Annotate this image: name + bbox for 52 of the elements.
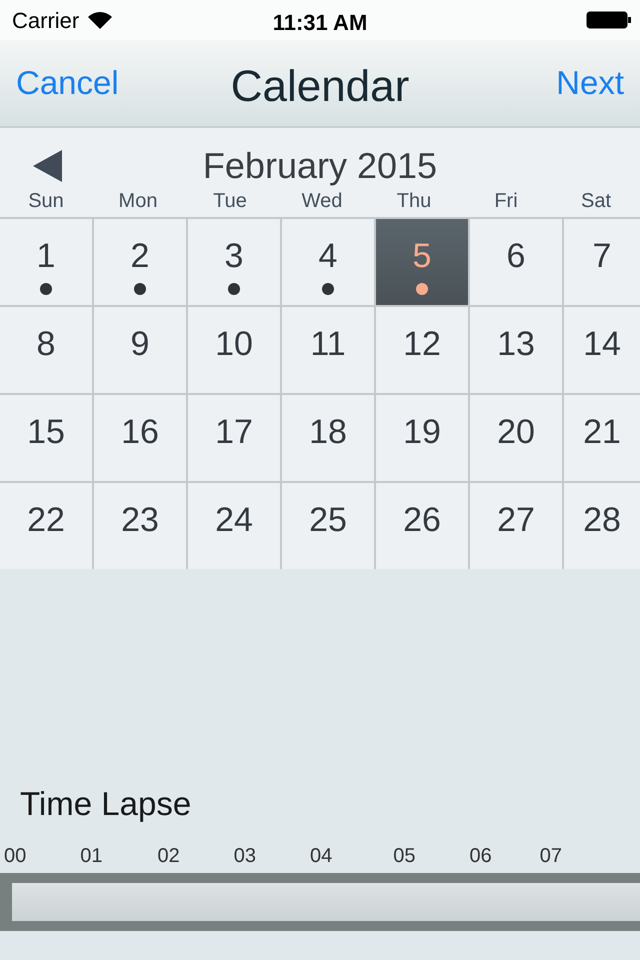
weekday-label: Mon: [118, 189, 158, 214]
day-cell[interactable]: 19: [376, 395, 468, 481]
day-cell[interactable]: 23: [94, 483, 186, 569]
day-cell[interactable]: 21: [564, 395, 640, 481]
weekday-label: Wed: [300, 189, 344, 214]
weekday-label: Tue: [212, 189, 248, 214]
hour-label: 04: [310, 844, 332, 866]
day-cell[interactable]: 27: [470, 483, 562, 569]
day-cell[interactable]: 11: [282, 307, 374, 393]
hour-label: 00: [4, 844, 26, 866]
day-cell[interactable]: 18: [282, 395, 374, 481]
hour-label: 02: [158, 844, 180, 866]
day-cell[interactable]: 10: [188, 307, 280, 393]
hour-label: 05: [393, 844, 416, 866]
day-cell[interactable]: 14: [564, 307, 640, 393]
day-cell[interactable]: 9: [94, 307, 186, 393]
day-cell[interactable]: 7: [564, 219, 640, 305]
day-cell[interactable]: 1: [0, 219, 92, 305]
day-cell[interactable]: 3: [188, 219, 280, 305]
timeline-track[interactable]: [0, 872, 640, 930]
day-cell[interactable]: 8: [0, 307, 92, 393]
day-cell[interactable]: 22: [0, 483, 92, 569]
hour-label: 06: [470, 844, 492, 866]
day-cell[interactable]: 25: [282, 483, 374, 569]
day-cell[interactable]: 26: [376, 483, 468, 569]
day-cell[interactable]: 20: [470, 395, 562, 481]
day-cell[interactable]: 2: [94, 219, 186, 305]
day-cell[interactable]: 5: [376, 219, 468, 305]
hour-label: 01: [80, 844, 102, 866]
hour-label: 03: [234, 844, 256, 866]
clock-time: 11:31 AM: [272, 10, 368, 35]
wifi-icon: [87, 10, 114, 30]
hour-label: 07: [540, 844, 562, 866]
carrier-label: Carrier: [12, 6, 80, 34]
weekday-label: Sat: [580, 189, 612, 214]
weekday-label: Thu: [396, 189, 432, 214]
weekday-label: Sun: [27, 189, 65, 214]
day-cell[interactable]: 12: [376, 307, 468, 393]
day-cell[interactable]: 13: [470, 307, 562, 393]
day-cell[interactable]: 16: [94, 395, 186, 481]
screen-title: Calendar: [230, 62, 410, 111]
day-cell[interactable]: 28: [564, 483, 640, 569]
day-cell[interactable]: 17: [188, 395, 280, 481]
day-cell[interactable]: 15: [0, 395, 92, 481]
day-cell[interactable]: 6: [470, 219, 562, 305]
day-cell[interactable]: 24: [188, 483, 280, 569]
section-title: Time Lapse: [19, 784, 192, 824]
day-cell[interactable]: 4: [282, 219, 374, 305]
battery-icon: [586, 11, 632, 29]
previous-month-icon[interactable]: [33, 150, 63, 182]
weekday-label: Fri: [493, 189, 519, 214]
month-title: February 2015: [202, 145, 438, 186]
